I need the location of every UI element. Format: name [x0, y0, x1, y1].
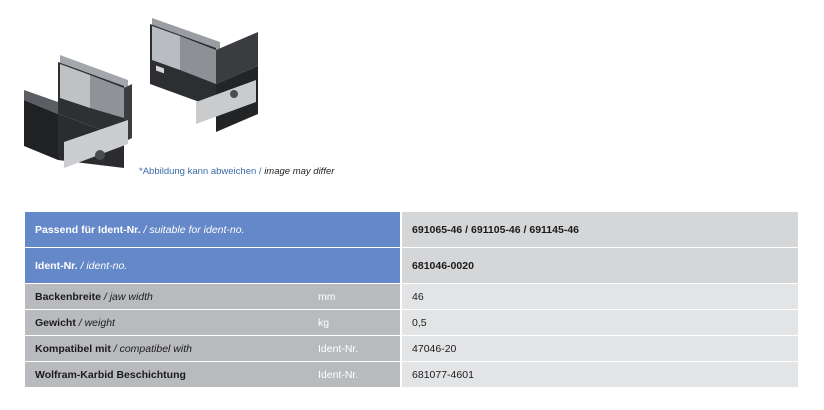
label-en: / ident-no. — [77, 259, 128, 272]
caption-en: image may differ — [264, 166, 335, 177]
row-label: Backenbreite / jaw width — [25, 283, 318, 310]
table-row-coating: Wolfram-Karbid Beschichtung Ident-Nr. 68… — [25, 361, 799, 387]
label-de: Gewicht — [35, 316, 76, 329]
table-row-compatible: Kompatibel mit / compatibel with Ident-N… — [25, 335, 799, 362]
front-jaw-part — [24, 55, 132, 168]
caption-de: *Abbildung kann abweichen / — [139, 166, 265, 177]
row-value: 0,5 — [400, 309, 799, 336]
table-row-jaw-width: Backenbreite / jaw width mm 46 — [25, 283, 799, 310]
spec-table: Passend für Ident-Nr. / suitable for ide… — [25, 212, 799, 387]
label-de: Wolfram-Karbid Beschichtung — [35, 368, 186, 381]
row-unit: Ident-Nr. — [318, 335, 402, 362]
label-en: / jaw width — [100, 290, 153, 303]
table-row-ident-no: Ident-Nr. / ident-no. 681046-0020 — [25, 247, 799, 284]
label-de: Passend für Ident-Nr. — [35, 223, 141, 236]
image-caption: *Abbildung kann abweichen / image may di… — [139, 166, 334, 177]
row-label: Kompatibel mit / compatibel with — [25, 335, 318, 362]
label-en: / compatibel with — [110, 342, 192, 355]
row-label: Gewicht / weight — [25, 309, 318, 336]
row-label: Wolfram-Karbid Beschichtung — [25, 361, 318, 387]
label-en: / suitable for ident-no. — [140, 223, 245, 236]
table-row-weight: Gewicht / weight kg 0,5 — [25, 309, 799, 336]
row-value: 46 — [400, 283, 799, 310]
row-unit: kg — [318, 309, 402, 336]
label-de: Backenbreite — [35, 290, 101, 303]
label-de: Ident-Nr. — [35, 259, 78, 272]
product-image — [24, 18, 258, 168]
row-label: Passend für Ident-Nr. / suitable for ide… — [25, 212, 402, 248]
row-label: Ident-Nr. / ident-no. — [25, 247, 402, 284]
table-row-suitable-for: Passend für Ident-Nr. / suitable for ide… — [25, 212, 799, 248]
row-value: 681077-4601 — [400, 361, 799, 387]
back-jaw-part — [150, 18, 258, 132]
row-unit: Ident-Nr. — [318, 361, 402, 387]
label-de: Kompatibel mit — [35, 342, 111, 355]
row-value: 681046-0020 — [400, 247, 799, 284]
row-unit: mm — [318, 283, 402, 310]
row-value: 47046-20 — [400, 335, 799, 362]
row-value: 691065-46 / 691105-46 / 691145-46 — [400, 212, 799, 248]
label-en: / weight — [75, 316, 115, 329]
